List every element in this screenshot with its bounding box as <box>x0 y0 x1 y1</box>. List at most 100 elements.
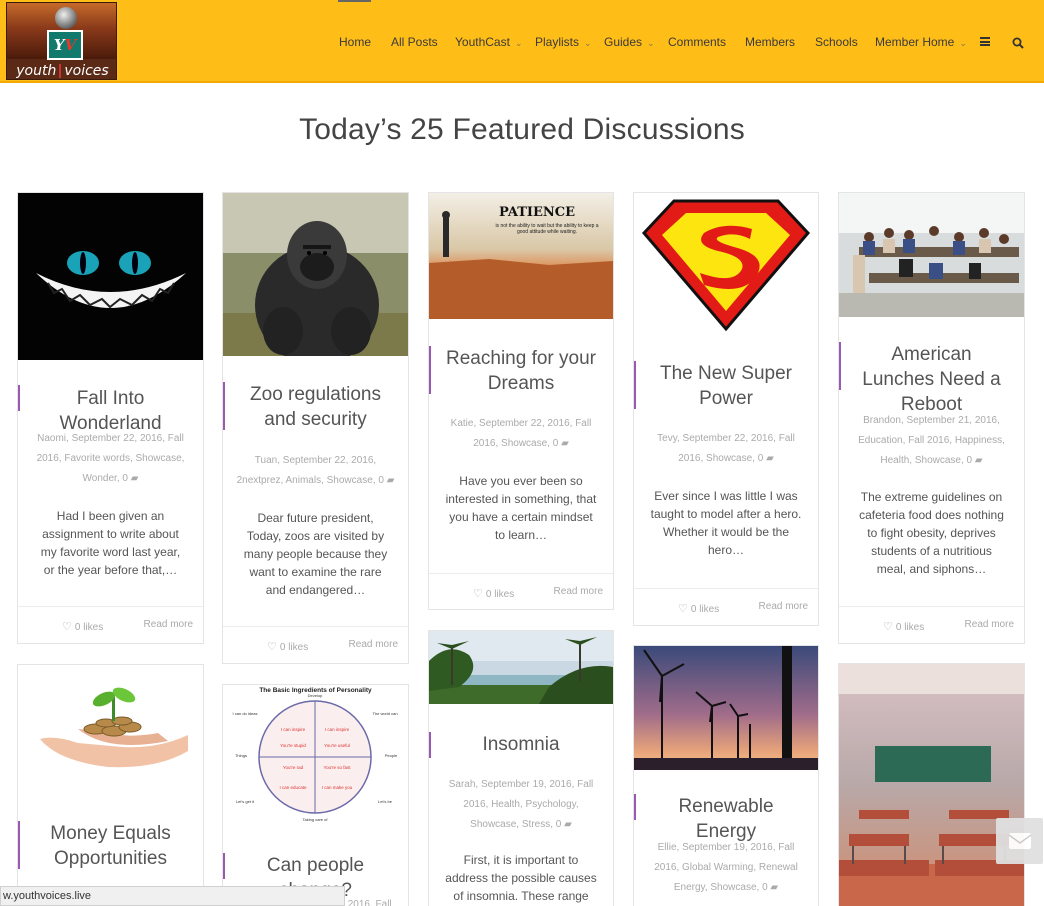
like-button[interactable]: ♡ 0 likes <box>267 640 308 653</box>
svg-text:I can educate: I can educate <box>279 785 307 790</box>
card-footer: ♡ 0 likes Read more <box>839 606 1024 643</box>
heart-icon: ♡ <box>473 588 483 600</box>
logo-wordmark: youth voices <box>16 63 109 79</box>
card-image[interactable] <box>839 193 1024 317</box>
discussion-card: Zoo regulations and security Tuan, Septe… <box>222 192 409 664</box>
heart-icon: ♡ <box>678 603 688 615</box>
svg-text:I can do ideas: I can do ideas <box>233 711 258 716</box>
heart-icon: ♡ <box>883 621 893 633</box>
card-image[interactable] <box>634 646 818 770</box>
card-image[interactable] <box>18 665 203 793</box>
card-title[interactable]: Zoo regulations and security <box>223 382 408 432</box>
card-title[interactable]: Renewable Energy <box>634 794 818 844</box>
hamburger-menu-icon[interactable] <box>980 37 990 46</box>
logo-badge: YV <box>47 30 83 60</box>
card-title[interactable]: American Lunches Need a Reboot <box>839 342 1024 417</box>
nav-comments[interactable]: Comments <box>668 35 726 49</box>
svg-text:You're stupid: You're stupid <box>280 743 306 748</box>
svg-text:Things: Things <box>235 753 247 758</box>
envelope-icon <box>1008 833 1032 849</box>
chevron-down-icon: ⌄ <box>647 38 655 48</box>
svg-text:I can inspire: I can inspire <box>325 727 350 732</box>
read-more-link[interactable]: Read more <box>965 619 1014 630</box>
svg-text:You're so fast: You're so fast <box>324 765 352 770</box>
microphone-icon <box>55 7 77 29</box>
like-button[interactable]: ♡ 0 likes <box>62 620 103 633</box>
card-footer: ♡ 0 likes Read more <box>18 606 203 643</box>
patience-heading: PATIENCE <box>499 205 576 220</box>
card-image[interactable]: I can inspire I can inspire You're stupid… <box>223 685 408 825</box>
discussion-card: Renewable Energy Ellie, September 19, 20… <box>633 645 819 906</box>
card-excerpt: The extreme guidelines on cafeteria food… <box>859 490 1004 576</box>
card-title[interactable]: Insomnia <box>429 732 613 757</box>
card-image[interactable] <box>839 664 1024 906</box>
discussion-card: I can inspire I can inspire You're stupid… <box>222 684 409 906</box>
nav-active-indicator <box>338 0 371 2</box>
card-excerpt: Ever since I was little I was taught to … <box>650 489 802 557</box>
chevron-down-icon: ⌄ <box>584 38 592 48</box>
svg-text:Taking care of: Taking care of <box>303 817 329 822</box>
card-excerpt: Dear future president, Today, zoos are v… <box>243 511 388 597</box>
svg-text:The world can: The world can <box>372 711 397 716</box>
contact-mail-button[interactable] <box>996 818 1043 864</box>
chevron-down-icon: ⌄ <box>959 38 967 48</box>
nav-youthcast[interactable]: YouthCast ⌄ <box>455 35 522 50</box>
card-image[interactable] <box>18 193 203 360</box>
page-title: Today’s 25 Featured Discussions <box>299 113 745 146</box>
card-footer: ♡ 0 likes Read more <box>223 626 408 663</box>
heart-icon: ♡ <box>267 641 277 653</box>
nav-playlists[interactable]: Playlists ⌄ <box>535 35 592 50</box>
nav-member-home[interactable]: Member Home ⌄ <box>875 35 967 50</box>
card-image[interactable] <box>634 193 818 335</box>
card-title[interactable]: The New Super Power <box>634 361 818 411</box>
card-meta: Brandon, September 21, 2016, Education, … <box>858 415 1005 466</box>
patience-subtext: is not the ability to wait but the abili… <box>495 223 599 235</box>
svg-text:Let's be: Let's be <box>378 799 393 804</box>
page: YV youth voices Home All Posts YouthCast ⌄… <box>0 0 1044 906</box>
heart-icon: ♡ <box>62 621 72 633</box>
svg-text:Let's get it: Let's get it <box>236 799 255 804</box>
chevron-down-icon: ⌄ <box>514 38 523 48</box>
discussion-card <box>838 663 1025 906</box>
card-title[interactable]: Money Equals Opportunities <box>18 821 203 871</box>
card-image[interactable] <box>429 631 613 704</box>
nav-schools[interactable]: Schools <box>815 35 858 49</box>
card-meta: Sarah, September 19, 2016, Fall 2016, He… <box>448 779 594 830</box>
comment-icon: ▰ <box>386 475 395 486</box>
discussion-card: Money Equals Opportunities <box>17 664 204 906</box>
discussion-card: Fall Into Wonderland Naomi, September 22… <box>17 192 204 644</box>
site-logo[interactable]: YV youth voices <box>6 2 117 80</box>
comment-icon: ▰ <box>770 882 779 893</box>
discussion-card: American Lunches Need a Reboot Brandon, … <box>838 192 1025 644</box>
read-more-link[interactable]: Read more <box>759 601 808 612</box>
svg-text:People: People <box>385 753 398 758</box>
nav-home[interactable]: Home <box>339 35 371 49</box>
read-more-link[interactable]: Read more <box>144 619 193 630</box>
comment-icon: ▰ <box>974 455 983 466</box>
card-meta: Ellie, September 19, 2016, Fall 2016, Gl… <box>654 842 798 893</box>
site-header: YV youth voices Home All Posts YouthCast ⌄… <box>0 0 1044 83</box>
nav-all-posts[interactable]: All Posts <box>391 35 438 49</box>
status-bar-url: w.youthvoices.live <box>0 886 345 906</box>
card-excerpt: First, it is important to address the po… <box>445 853 597 903</box>
svg-text:You're rad: You're rad <box>283 765 304 770</box>
card-meta: Naomi, September 22, 2016, Fall 2016, Fa… <box>36 433 185 484</box>
read-more-link[interactable]: Read more <box>554 586 603 597</box>
search-icon[interactable] <box>1012 36 1024 49</box>
like-button[interactable]: ♡ 0 likes <box>678 602 719 615</box>
like-button[interactable]: ♡ 0 likes <box>883 620 924 633</box>
nav-guides[interactable]: Guides ⌄ <box>604 35 655 50</box>
card-meta: Tevy, September 22, 2016, Fall 2016, Sho… <box>657 433 795 464</box>
discussion-card: The New Super Power Tevy, September 22, … <box>633 192 819 626</box>
card-title[interactable]: Reaching for your Dreams <box>429 346 613 396</box>
card-footer: ♡ 0 likes Read more <box>429 573 613 609</box>
like-button[interactable]: ♡ 0 likes <box>473 587 514 600</box>
svg-text:You're useful: You're useful <box>324 743 350 748</box>
nav-members[interactable]: Members <box>745 35 795 49</box>
comment-icon: ▰ <box>561 438 569 449</box>
card-footer: ♡ 0 likes Read more <box>634 588 818 625</box>
card-meta: Katie, September 22, 2016, Fall 2016, Sh… <box>450 418 592 449</box>
card-meta: Tuan, September 22, 2016, 2nextprez, Ani… <box>236 455 395 486</box>
card-image[interactable] <box>223 193 408 356</box>
read-more-link[interactable]: Read more <box>349 639 398 650</box>
